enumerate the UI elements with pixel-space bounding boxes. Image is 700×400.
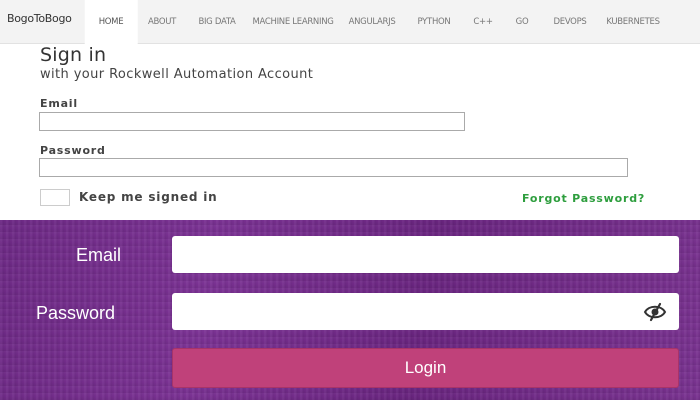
nav-item-go[interactable]: GO: [516, 0, 529, 44]
nav-item-home[interactable]: HOME: [84, 0, 138, 44]
nav-item-machine-learning[interactable]: MACHINE LEARNING: [252, 0, 333, 44]
signin-subtitle: with your Rockwell Automation Account: [40, 67, 314, 82]
top-navbar: BogoToBogo HOME ABOUT BIG DATA MACHINE L…: [0, 0, 700, 44]
panel-password-label: Password: [36, 303, 116, 323]
panel-password-input[interactable]: [172, 293, 679, 330]
panel-email-label: Email: [76, 245, 122, 265]
nav-item-angularjs[interactable]: ANGULARJS: [349, 0, 396, 44]
brand-logo[interactable]: BogoToBogo: [7, 12, 72, 25]
nav-item-about[interactable]: ABOUT: [148, 0, 176, 44]
nav-item-kubernetes[interactable]: KUBERNETES: [606, 0, 660, 44]
nav-item-devops[interactable]: DEVOPS: [554, 0, 587, 44]
keep-signed-in-label: Keep me signed in: [79, 190, 218, 204]
nav-item-python[interactable]: PYTHON: [418, 0, 451, 44]
eye-slash-icon[interactable]: [643, 302, 667, 322]
keep-signed-in-checkbox[interactable]: [40, 189, 70, 206]
password-label: Password: [40, 144, 106, 157]
password-field[interactable]: [39, 158, 628, 177]
nav-item-cpp[interactable]: C++: [473, 0, 493, 44]
forgot-password-link[interactable]: Forgot Password?: [522, 192, 645, 205]
login-button[interactable]: Login: [172, 348, 679, 388]
email-field[interactable]: [39, 112, 465, 131]
email-label: Email: [40, 97, 78, 110]
signin-title: Sign in: [40, 44, 107, 66]
nav-item-big-data[interactable]: BIG DATA: [198, 0, 235, 44]
panel-email-input[interactable]: [172, 236, 679, 273]
